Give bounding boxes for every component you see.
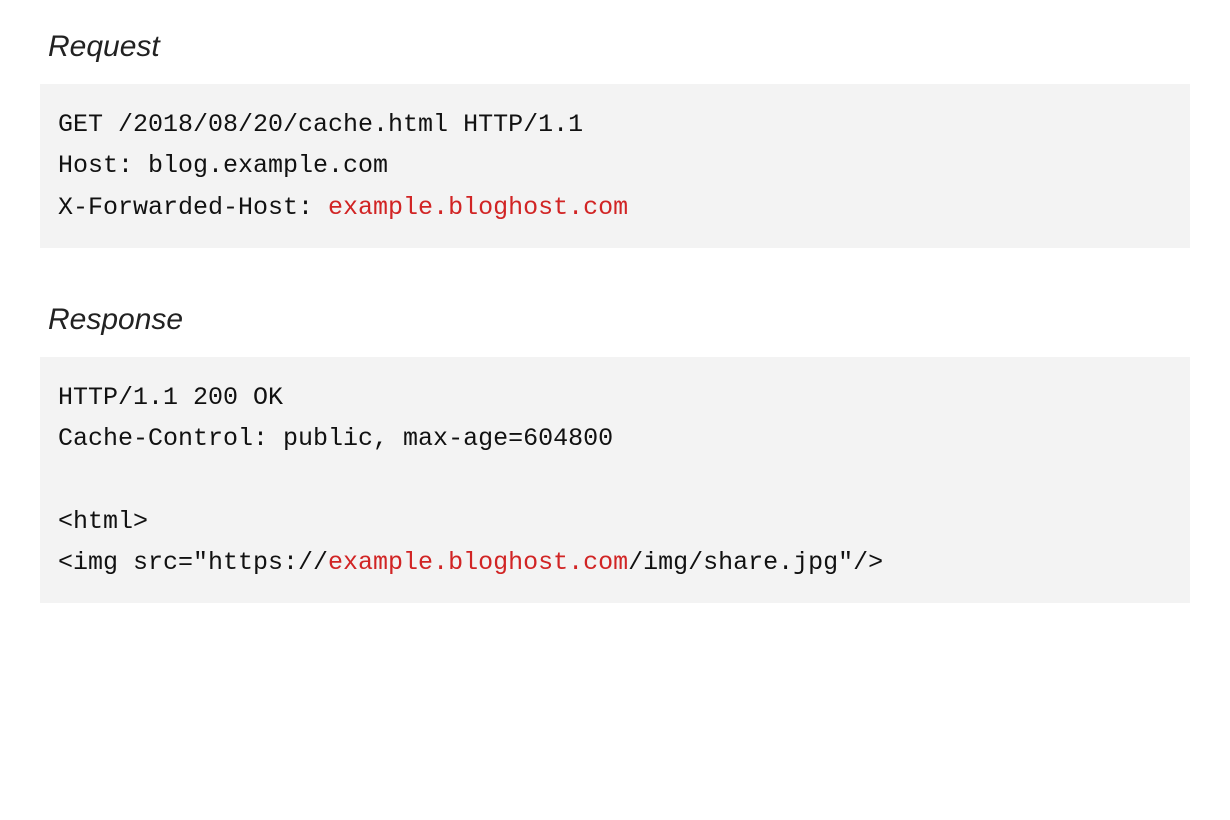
request-line-1: GET /2018/08/20/cache.html HTTP/1.1 [58,110,583,139]
response-code-block: HTTP/1.1 200 OK Cache-Control: public, m… [40,357,1190,603]
request-heading: Request [48,30,1190,64]
response-line-5-suffix: /img/share.jpg"/> [628,548,883,577]
response-line-1: HTTP/1.1 200 OK [58,383,283,412]
request-line-2: Host: blog.example.com [58,151,388,180]
request-code-block: GET /2018/08/20/cache.html HTTP/1.1 Host… [40,84,1190,248]
request-line-3-highlight: example.bloghost.com [328,193,628,222]
response-heading: Response [48,303,1190,337]
response-line-2: Cache-Control: public, max-age=604800 [58,424,613,453]
response-line-4: <html> [58,507,148,536]
response-line-5-highlight: example.bloghost.com [328,548,628,577]
response-line-5-prefix: <img src="https:// [58,548,328,577]
request-line-3-prefix: X-Forwarded-Host: [58,193,328,222]
